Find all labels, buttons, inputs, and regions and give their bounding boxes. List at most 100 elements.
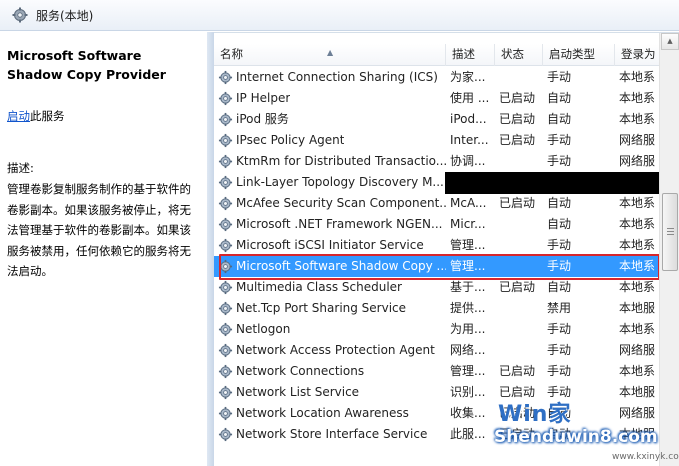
service-row[interactable]: McAfee Security Scan Component... McA... 已… — [214, 193, 659, 214]
column-header-status[interactable]: 状态 — [495, 44, 543, 66]
column-header-description[interactable]: 描述 — [446, 44, 495, 66]
service-row[interactable]: IP Helper 使用 ... 已启动 自动 本地系 — [214, 88, 659, 109]
service-description-cell: 收集... — [450, 406, 486, 420]
service-name-cell: Multimedia Class Scheduler — [214, 277, 446, 298]
services-list: Internet Connection Sharing (ICS) 为家... 手动… — [214, 67, 659, 445]
service-row[interactable]: Internet Connection Sharing (ICS) 为家... 手动… — [214, 67, 659, 88]
service-row[interactable]: IPsec Policy Agent Inter... 已启动 手动 网络服 — [214, 130, 659, 151]
service-name-cell: KtmRm for Distributed Transactio... — [214, 151, 446, 172]
service-startup-cell: 手动 — [547, 259, 572, 273]
service-row[interactable]: Microsoft iSCSI Initiator Service 管理... 手动… — [214, 235, 659, 256]
service-description-cell: 提供... — [450, 301, 486, 315]
service-name-cell: McAfee Security Scan Component... — [214, 193, 446, 214]
service-gear-icon — [218, 175, 233, 190]
service-name-cell: Network List Service — [214, 382, 446, 403]
service-row[interactable]: Microsoft .NET Framework NGEN... Micr... 自… — [214, 214, 659, 235]
service-logon-cell: 本地系 — [619, 322, 656, 336]
service-startup-cell: 手动 — [547, 364, 572, 378]
service-status-cell: 已启动 — [499, 133, 536, 147]
service-description-cell: 基于... — [450, 280, 486, 294]
service-row[interactable]: Network List Service 识别... 已启动 手动 本地服 — [214, 382, 659, 403]
start-service-link[interactable]: 启动 — [7, 109, 30, 123]
start-service-line: 启动此服务 — [7, 108, 201, 124]
service-gear-icon — [218, 385, 233, 400]
service-row-selected[interactable]: Microsoft Software Shadow Copy ... 管理... 手… — [214, 256, 659, 277]
service-row[interactable]: Network Store Interface Service 此服... 已启动自… — [214, 424, 659, 445]
service-logon-cell: 本地服 — [619, 301, 656, 315]
service-name-cell: Link-Layer Topology Discovery M... — [214, 172, 446, 193]
service-status-cell — [495, 151, 543, 172]
service-name-cell: Network Connections — [214, 361, 446, 382]
service-name: Net.Tcp Port Sharing Service — [236, 301, 407, 315]
service-row[interactable]: Network Connections 管理... 已启动 手动 本地系 — [214, 361, 659, 382]
service-name: Network Connections — [236, 364, 365, 378]
panel-splitter[interactable] — [207, 32, 214, 466]
scrollbar-thumb[interactable] — [662, 193, 678, 271]
window-titlebar: 服务(本地) — [0, 0, 679, 31]
service-startup-cell: 自动 — [547, 112, 572, 126]
vertical-scrollbar[interactable]: ▲ — [659, 33, 679, 466]
service-name: Network Store Interface Service — [236, 427, 428, 441]
service-row[interactable]: Network Access Protection Agent 网络... 手动 网络… — [214, 340, 659, 361]
service-status-cell — [495, 235, 543, 256]
service-logon-cell: 本地系 — [619, 238, 656, 252]
service-gear-icon — [218, 133, 233, 148]
service-logon-cell: 本地系 — [619, 259, 656, 273]
service-row[interactable]: Netlogon 为用... 手动 本地系 — [214, 319, 659, 340]
sort-ascending-icon: ▲ — [327, 48, 334, 57]
service-name: Link-Layer Topology Discovery M... — [236, 175, 444, 189]
service-status-cell — [495, 340, 543, 361]
service-name-cell: Netlogon — [214, 319, 446, 340]
service-gear-icon — [218, 154, 233, 169]
service-row[interactable]: iPod 服务 iPod... 已启动 自动 本地系 — [214, 109, 659, 130]
service-status-cell — [495, 298, 543, 319]
service-gear-icon — [218, 322, 233, 337]
service-detail-panel: Microsoft Software Shadow Copy Provider … — [0, 32, 207, 466]
service-status-cell — [495, 319, 543, 340]
service-name-cell: Internet Connection Sharing (ICS) — [214, 67, 446, 88]
service-gear-icon — [218, 196, 233, 211]
service-gear-icon — [218, 301, 233, 316]
service-gear-icon — [218, 259, 233, 274]
service-startup-cell: 手动 — [547, 70, 572, 84]
service-name-cell: Network Location Awareness — [214, 403, 446, 424]
service-status-cell — [495, 214, 543, 235]
service-gear-icon — [218, 406, 233, 421]
service-row[interactable]: Multimedia Class Scheduler 基于... 已启动 自动 本地系 — [214, 277, 659, 298]
service-logon-cell: 网络服 — [619, 154, 656, 168]
service-description-cell: iPod... — [450, 112, 487, 126]
scroll-up-arrow-icon[interactable]: ▲ — [661, 33, 679, 50]
service-logon-cell: 本地服 — [619, 385, 656, 399]
service-status-cell: 已启动 — [499, 196, 536, 210]
service-gear-icon — [218, 280, 233, 295]
column-header-logon-as[interactable]: 登录为 — [615, 44, 659, 66]
description-label: 描述: — [7, 161, 34, 175]
service-startup-cell: 自动 — [547, 280, 572, 294]
service-row[interactable]: KtmRm for Distributed Transactio... 协调...… — [214, 151, 659, 172]
service-name: Internet Connection Sharing (ICS) — [236, 70, 438, 84]
service-startup-cell: 手动 — [547, 133, 572, 147]
service-name: KtmRm for Distributed Transactio... — [236, 154, 446, 168]
thumb-grip-icon — [667, 228, 674, 235]
service-status-cell: 已启动 — [499, 280, 536, 294]
service-name-cell: Microsoft .NET Framework NGEN... — [214, 214, 446, 235]
service-status-cell — [495, 67, 543, 88]
service-logon-cell: 本地系 — [619, 364, 656, 378]
service-startup-cell: 禁用 — [547, 301, 572, 315]
service-gear-icon — [218, 238, 233, 253]
service-logon-cell: 本地系 — [619, 196, 656, 210]
column-header-row: ▲ 名称 描述 状态 启动类型 登录为 — [214, 44, 659, 66]
service-name-cell: IPsec Policy Agent — [214, 130, 446, 151]
service-description-cell: McA... — [450, 196, 487, 210]
service-logon-cell: 本地系 — [619, 217, 656, 231]
column-header-startup-type[interactable]: 启动类型 — [543, 44, 615, 66]
column-header-name[interactable]: ▲ 名称 — [214, 44, 446, 66]
service-name: Microsoft .NET Framework NGEN... — [236, 217, 443, 231]
service-gear-icon — [218, 70, 233, 85]
service-gear-icon — [218, 364, 233, 379]
service-name: IP Helper — [236, 91, 291, 105]
service-startup-cell: 手动 — [547, 154, 572, 168]
service-row[interactable]: Net.Tcp Port Sharing Service 提供... 禁用 本地服 — [214, 298, 659, 319]
service-status-cell: 已启动 — [499, 91, 536, 105]
service-row[interactable]: Network Location Awareness 收集... 已启动 自动 网络服 — [214, 403, 659, 424]
